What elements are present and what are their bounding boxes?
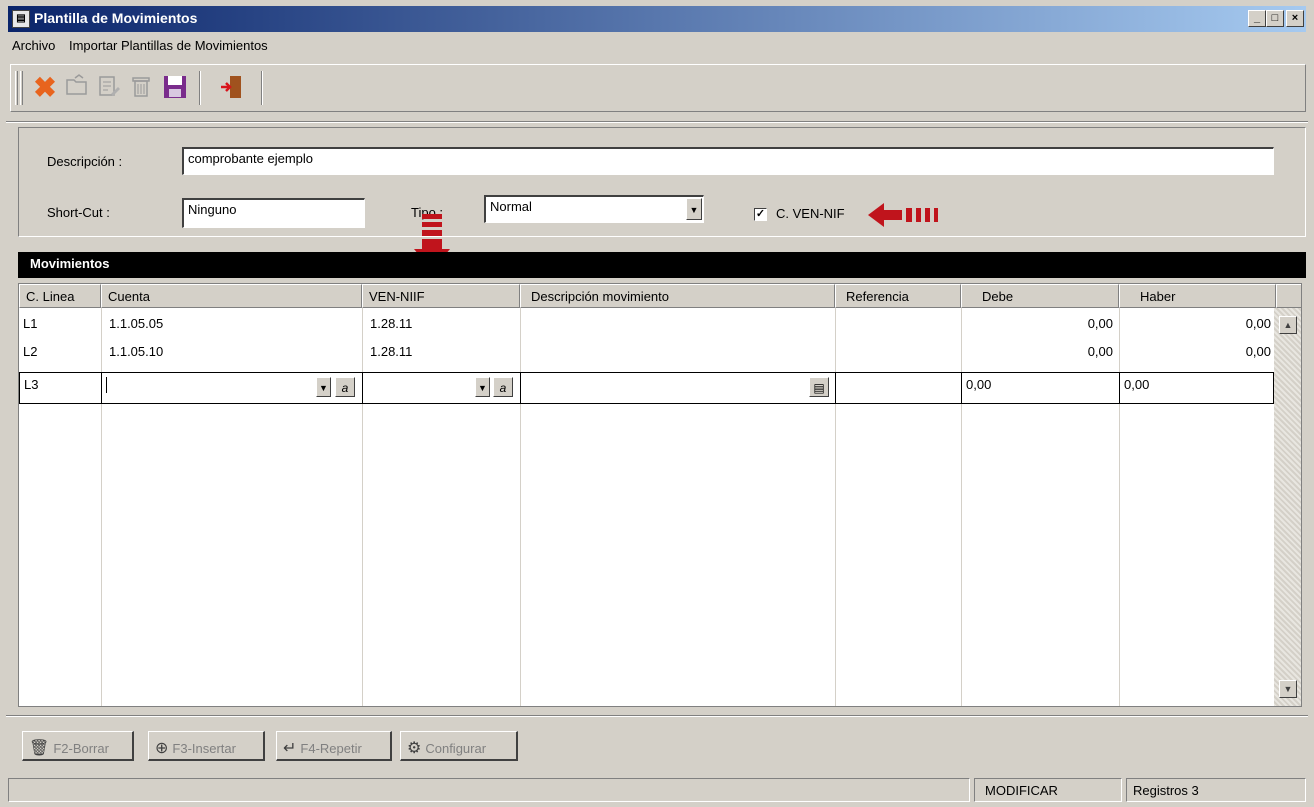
toolbar-grip [15,71,18,105]
ven-nif-checkbox[interactable]: ✓ [754,208,767,221]
tipo-select-value: Normal [490,199,532,214]
tipo-select[interactable]: Normal ▼ [484,195,704,223]
toolbar: ✖ [10,64,1306,112]
shortcut-label: Short-Cut : [47,205,110,220]
column-header[interactable]: Debe [961,284,1119,308]
exit-icon[interactable] [217,74,245,102]
column-header[interactable]: Referencia [835,284,961,308]
grid-line [835,308,836,706]
insertar-button[interactable]: ⊕ F3-Insertar [148,731,265,761]
table-cell-cuenta[interactable]: 1.1.05.05 [105,310,360,338]
gear-icon: ⚙ [407,740,422,757]
configurar-label: Configurar [425,741,487,756]
insertar-label: F3-Insertar [172,741,236,756]
grid-line [362,308,363,706]
chevron-down-icon[interactable]: ▼ [316,377,331,397]
save-icon[interactable] [161,74,189,102]
table-cell-debe[interactable]: 0,00 [961,338,1117,366]
column-header[interactable]: Cuenta [101,284,362,308]
close-button[interactable]: × [1286,10,1304,27]
borrar-label: F2-Borrar [53,741,109,756]
table-cell-cuenta[interactable]: 1.1.05.10 [105,338,360,366]
edit-cell-debe[interactable]: 0,00 [962,373,1120,403]
form-panel: Descripción : comprobante ejemplo Short-… [18,127,1306,237]
table-row-editing[interactable]: L3 ▼ a ▼ a ▤ 0,00 0,00 [19,372,1274,404]
lookup-icon[interactable]: a [335,377,355,397]
ven-nif-label: C. VEN-NIF [776,206,845,221]
column-header[interactable]: C. Linea [19,284,101,308]
delete-icon[interactable]: ✖ [31,74,59,102]
table-cell-haber[interactable]: 0,00 [1119,338,1275,366]
status-mode: MODIFICAR [974,778,1122,802]
minimize-button[interactable]: _ [1248,10,1266,27]
column-header[interactable]: Descripción movimiento [520,284,835,308]
edit-cell-descripcion[interactable]: ▤ [521,373,836,403]
grid-line [520,308,521,706]
column-header[interactable]: VEN-NIIF [362,284,520,308]
scroll-down-icon[interactable]: ▼ [1279,680,1297,698]
edit-icon[interactable] [95,74,123,102]
divider [6,715,1308,717]
vertical-scrollbar[interactable]: ▲ ▼ [1274,308,1301,706]
edit-cell-referencia[interactable] [836,373,962,403]
grid-line [961,308,962,706]
annotation-arrow-left-icon [868,203,938,227]
column-header[interactable]: Haber [1119,284,1276,308]
descripcion-label: Descripción : [47,154,123,169]
movimientos-grid: C. Linea Cuenta VEN-NIIF Descripción mov… [18,283,1302,707]
trash-icon[interactable] [127,74,155,102]
edit-cell-linea[interactable]: L3 [20,373,102,403]
menu-archivo[interactable]: Archivo [12,38,55,53]
column-header-corner [1276,284,1301,308]
configurar-button[interactable]: ⚙ Configurar [400,731,518,761]
status-records: Registros 3 [1126,778,1306,802]
edit-cell-cuenta[interactable]: ▼ a [102,373,363,403]
app-icon: ▤ [12,10,30,28]
section-header-movimientos: Movimientos [18,252,1306,278]
open-icon[interactable] [63,74,91,102]
borrar-button[interactable]: 🗑 F2-Borrar [22,731,134,761]
grid-line [101,308,102,706]
table-cell-haber[interactable]: 0,00 [1119,310,1275,338]
menu-bar: Archivo Importar Plantillas de Movimient… [12,38,278,58]
shortcut-input[interactable]: Ninguno [182,198,365,228]
lookup-icon[interactable]: a [493,377,513,397]
maximize-button[interactable]: □ [1266,10,1284,27]
chevron-down-icon[interactable]: ▼ [686,198,702,220]
repetir-label: F4-Repetir [300,741,362,756]
edit-cell-haber[interactable]: 0,00 [1120,373,1275,403]
menu-importar-plantillas[interactable]: Importar Plantillas de Movimientos [69,38,268,53]
table-cell-ven-niif[interactable]: 1.28.11 [366,338,516,366]
trash-icon: 🗑 [29,740,50,757]
scroll-up-icon[interactable]: ▲ [1279,316,1297,334]
descripcion-input[interactable]: comprobante ejemplo [182,147,1274,175]
clipboard-icon[interactable]: ▤ [809,377,829,397]
repetir-button[interactable]: ↵ F4-Repetir [276,731,392,761]
status-bar: MODIFICAR Registros 3 [8,778,1306,802]
table-cell-linea[interactable]: L2 [19,338,101,366]
table-cell-linea[interactable]: L1 [19,310,101,338]
chevron-down-icon[interactable]: ▼ [475,377,490,397]
insert-icon: ⊕ [155,740,169,757]
status-panel [8,778,970,802]
title-bar: ▤ Plantilla de Movimientos _ □ × [8,6,1306,32]
window-title: Plantilla de Movimientos [34,10,198,26]
toolbar-separator [199,71,201,105]
toolbar-grip [20,71,23,105]
return-icon: ↵ [283,740,297,757]
grid-line [1119,308,1120,706]
toolbar-separator [261,71,263,105]
divider [6,121,1308,123]
table-cell-ven-niif[interactable]: 1.28.11 [366,310,516,338]
table-cell-debe[interactable]: 0,00 [961,310,1117,338]
edit-cell-ven-niif[interactable]: ▼ a [363,373,521,403]
text-cursor [106,377,107,393]
